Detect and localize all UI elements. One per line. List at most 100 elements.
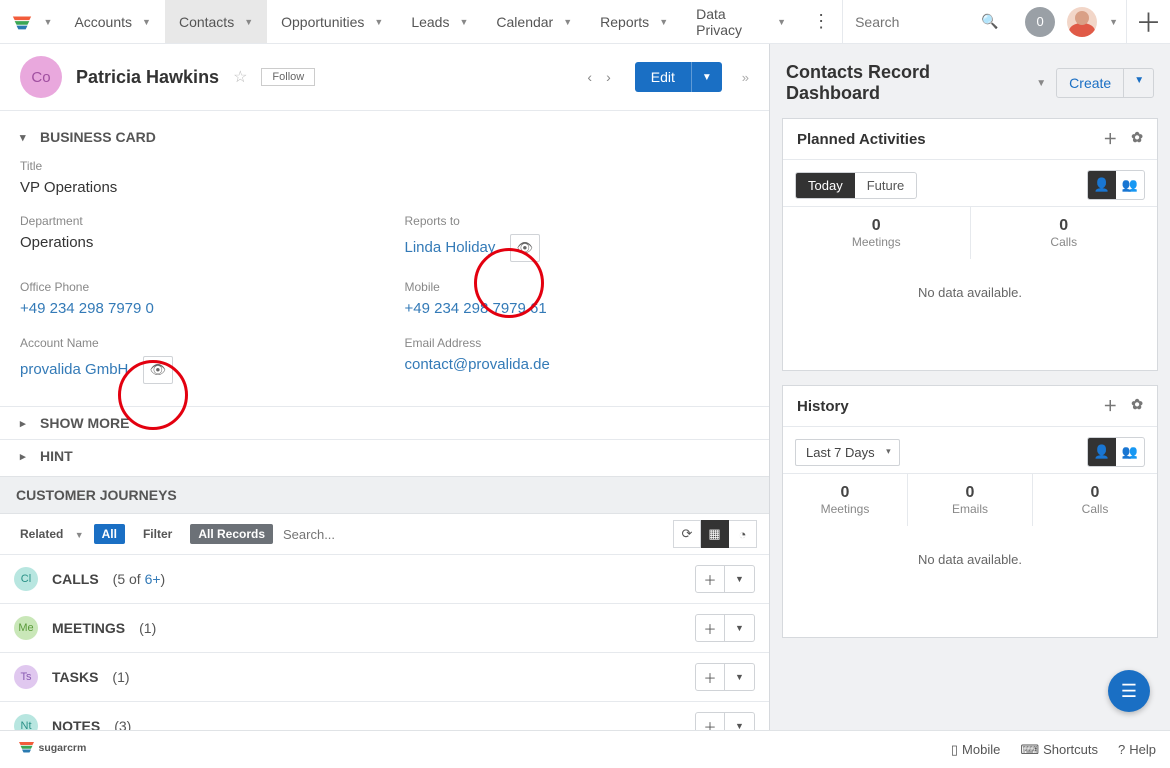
- nav-overflow-icon[interactable]: ⋮: [800, 11, 842, 32]
- subpanel-menu-caret[interactable]: ▼: [725, 663, 755, 691]
- department-label: Department: [20, 214, 365, 228]
- activity-stream-icon[interactable]: ◔: [729, 520, 757, 548]
- related-dropdown[interactable]: Related ▼: [12, 527, 84, 541]
- history-user-icon[interactable]: 👤: [1088, 438, 1116, 466]
- favorite-star-icon[interactable]: ☆: [233, 67, 247, 87]
- nav-reports[interactable]: Reports▼: [586, 0, 682, 43]
- create-button[interactable]: Create: [1057, 69, 1123, 97]
- edit-menu-caret[interactable]: ▼: [691, 62, 722, 92]
- dashboard-menu-caret[interactable]: ▼: [1036, 78, 1046, 89]
- subpanel-add-icon[interactable]: ＋: [695, 614, 725, 642]
- stat-label: Emails: [908, 502, 1032, 516]
- dashlet-add-icon[interactable]: ＋: [1103, 129, 1117, 149]
- subpanel-add-icon[interactable]: ＋: [695, 565, 725, 593]
- planned-tab-future[interactable]: Future: [855, 173, 917, 198]
- global-search[interactable]: 🔍: [842, 0, 1017, 43]
- stat-cell[interactable]: 0Emails: [908, 474, 1033, 526]
- chevron-right-icon: [20, 450, 32, 463]
- subpanel-title: MEETINGS: [52, 620, 125, 636]
- subpanel-add-icon[interactable]: ＋: [695, 663, 725, 691]
- chevron-down-icon: [20, 131, 32, 144]
- dashlet-add-icon[interactable]: ＋: [1103, 396, 1117, 416]
- related-all-badge[interactable]: All: [94, 524, 125, 544]
- preview-reports-to-icon[interactable]: 👁: [510, 234, 540, 262]
- user-menu-caret[interactable]: ▼: [1109, 17, 1118, 27]
- refresh-icon[interactable]: ⟳: [673, 520, 701, 548]
- nav-calendar[interactable]: Calendar▼: [482, 0, 586, 43]
- subpanel-row[interactable]: Cl CALLS (5 of 6+) ＋ ▼: [0, 555, 769, 604]
- subpanel-menu-caret[interactable]: ▼: [725, 565, 755, 593]
- reports-to-label: Reports to: [405, 214, 750, 228]
- planned-user-icon[interactable]: 👤: [1088, 171, 1116, 199]
- nav-contacts[interactable]: Contacts▼: [165, 0, 267, 43]
- grid-view-icon[interactable]: ▦: [701, 520, 729, 548]
- history-title: History: [797, 398, 849, 415]
- journeys-search-input[interactable]: [283, 527, 483, 542]
- expand-sidebar-icon[interactable]: »: [742, 70, 749, 85]
- nav-opportunities[interactable]: Opportunities▼: [267, 0, 397, 43]
- stat-number: 0: [1033, 484, 1157, 502]
- subpanel-avatar: Cl: [14, 567, 38, 591]
- filter-label[interactable]: Filter: [135, 524, 180, 544]
- subpanel-row[interactable]: Nt NOTES (3) ＋ ▼: [0, 702, 769, 730]
- nav-leads[interactable]: Leads▼: [397, 0, 482, 43]
- stat-number: 0: [971, 217, 1158, 235]
- stat-cell[interactable]: 0Meetings: [783, 474, 908, 526]
- quick-create-icon[interactable]: ＋: [1126, 0, 1170, 44]
- email-link[interactable]: contact@provalida.de: [405, 356, 550, 373]
- title-label: Title: [20, 159, 749, 173]
- subpanel-menu-caret[interactable]: ▼: [725, 614, 755, 642]
- hint-label: HINT: [40, 448, 73, 464]
- sugarcrm-logo[interactable]: sugarcrm: [14, 739, 114, 760]
- office-phone-link[interactable]: +49 234 298 7979 0: [20, 300, 154, 317]
- stat-cell[interactable]: 0Meetings: [783, 207, 971, 259]
- follow-button[interactable]: Follow: [261, 68, 315, 86]
- customer-journeys-header: CUSTOMER JOURNEYS: [0, 476, 769, 514]
- footer-help-link[interactable]: ? Help: [1118, 742, 1156, 758]
- floating-action-button[interactable]: ☰: [1108, 670, 1150, 712]
- reports-to-link[interactable]: Linda Holiday: [405, 239, 496, 256]
- stat-number: 0: [783, 217, 970, 235]
- footer-mobile-link[interactable]: ▯ Mobile: [951, 742, 1000, 758]
- notification-badge[interactable]: 0: [1025, 7, 1055, 37]
- subpanel-row[interactable]: Me MEETINGS (1) ＋ ▼: [0, 604, 769, 653]
- history-team-icon[interactable]: 👥: [1116, 438, 1144, 466]
- nav-accounts[interactable]: Accounts▼: [60, 0, 165, 43]
- stat-number: 0: [783, 484, 907, 502]
- search-input[interactable]: [855, 14, 975, 30]
- planned-activities-dashlet: Planned Activities ＋ ✿ Today Future 👤 👥 …: [782, 118, 1158, 371]
- user-avatar[interactable]: [1067, 7, 1097, 37]
- stat-cell[interactable]: 0Calls: [971, 207, 1158, 259]
- stat-label: Calls: [1033, 502, 1157, 516]
- subpanel-add-icon[interactable]: ＋: [695, 712, 725, 730]
- show-more-header[interactable]: SHOW MORE: [20, 407, 749, 439]
- app-logo[interactable]: [0, 11, 44, 33]
- hint-header[interactable]: HINT: [20, 440, 749, 472]
- create-menu-caret[interactable]: ▼: [1123, 69, 1154, 97]
- prev-record-icon[interactable]: ‹: [587, 69, 592, 85]
- business-card-header[interactable]: BUSINESS CARD: [20, 121, 749, 153]
- planned-team-icon[interactable]: 👥: [1116, 171, 1144, 199]
- account-name-link[interactable]: provalida GmbH: [20, 361, 128, 378]
- subpanel-row[interactable]: Ts TASKS (1) ＋ ▼: [0, 653, 769, 702]
- dashlet-gear-icon[interactable]: ✿: [1131, 396, 1143, 416]
- dashlet-gear-icon[interactable]: ✿: [1131, 129, 1143, 149]
- next-record-icon[interactable]: ›: [606, 69, 611, 85]
- subpanel-count-link[interactable]: 6+: [145, 571, 161, 587]
- search-icon[interactable]: 🔍: [975, 13, 1004, 30]
- edit-button[interactable]: Edit: [635, 62, 691, 92]
- preview-account-icon[interactable]: 👁: [143, 356, 173, 384]
- journeys-toolbar: Related ▼ All Filter All Records ⟳ ▦ ◔: [0, 514, 769, 555]
- nav-items: Accounts▼ Contacts▼ Opportunities▼ Leads…: [60, 0, 800, 43]
- show-more-label: SHOW MORE: [40, 415, 129, 431]
- subpanel-menu-caret[interactable]: ▼: [725, 712, 755, 730]
- record-avatar: Co: [20, 56, 62, 98]
- planned-tab-today[interactable]: Today: [796, 173, 855, 198]
- nav-data-privacy[interactable]: Data Privacy▼: [682, 0, 800, 43]
- logo-menu-caret[interactable]: ▼: [44, 17, 61, 27]
- mobile-link[interactable]: +49 234 298 7979 61: [405, 300, 547, 317]
- stat-cell[interactable]: 0Calls: [1033, 474, 1157, 526]
- filter-all-records-badge[interactable]: All Records: [190, 524, 273, 544]
- footer-shortcuts-link[interactable]: ⌨ Shortcuts: [1020, 742, 1098, 758]
- history-range-dropdown[interactable]: Last 7 Days: [795, 439, 900, 466]
